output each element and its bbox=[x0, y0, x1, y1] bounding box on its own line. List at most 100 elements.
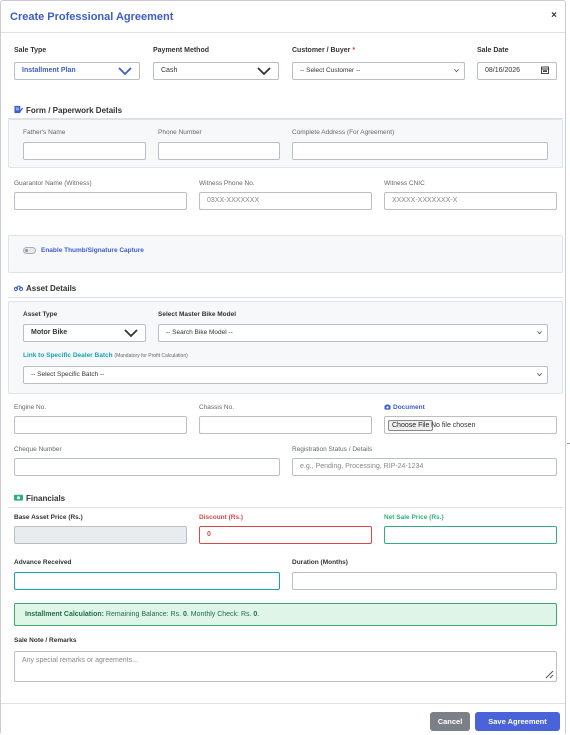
chevron-down-icon bbox=[124, 329, 138, 338]
payment-method-label: Payment Method bbox=[153, 47, 210, 54]
sale-type-value: Installment Plan bbox=[22, 67, 76, 74]
thumb-label[interactable]: Enable Thumb/Signature Capture bbox=[41, 247, 144, 254]
financials-section-title: Financials bbox=[14, 493, 65, 503]
calc-balance-text: Remaining Balance: Rs. bbox=[105, 611, 182, 618]
calendar-icon[interactable] bbox=[541, 66, 549, 74]
caret-down-icon bbox=[537, 372, 542, 377]
advance-input[interactable] bbox=[14, 572, 280, 590]
no-file-text: No file chosen bbox=[431, 422, 476, 429]
master-model-select[interactable]: -- Search Bike Model -- bbox=[158, 324, 548, 342]
phone-input[interactable] bbox=[158, 142, 280, 160]
guarantor-input[interactable] bbox=[14, 192, 187, 210]
payment-method-select[interactable]: Cash bbox=[153, 62, 279, 80]
close-icon[interactable]: × bbox=[551, 10, 557, 21]
save-agreement-button[interactable]: Save Agreement bbox=[475, 712, 560, 731]
base-price-input bbox=[14, 526, 187, 544]
chevron-down-icon bbox=[118, 67, 132, 76]
caret-down-icon bbox=[537, 330, 542, 335]
asset-title-text: Asset Details bbox=[26, 284, 77, 293]
registration-label: Registration Status / Details bbox=[292, 446, 373, 453]
witness-cnic-label: Witness CNIC bbox=[384, 180, 425, 187]
caret-down-icon bbox=[454, 68, 459, 73]
asset-type-value: Motor Bike bbox=[31, 329, 68, 336]
modal-dialog: Create Professional Agreement × Sale Typ… bbox=[0, 0, 566, 735]
divider bbox=[8, 507, 563, 508]
advance-label: Advance Received bbox=[14, 559, 72, 566]
base-price-label: Base Asset Price (Rs.) bbox=[14, 514, 83, 521]
witness-cnic-placeholder: XXXXX-XXXXXXX-X bbox=[392, 197, 458, 204]
discount-input[interactable]: 0 bbox=[199, 526, 372, 544]
sale-type-select[interactable]: Installment Plan bbox=[14, 62, 140, 80]
divider bbox=[8, 297, 563, 298]
document-label: Document bbox=[384, 404, 425, 411]
net-price-label: Net Sale Price (Rs.) bbox=[384, 514, 444, 521]
modal-title: Create Professional Agreement bbox=[10, 11, 174, 23]
cheque-input[interactable] bbox=[14, 458, 280, 476]
customer-placeholder: -- Select Customer -- bbox=[300, 67, 361, 74]
batch-select[interactable]: -- Select Specific Batch -- bbox=[23, 366, 548, 384]
witness-phone-input[interactable]: 03XX-XXXXXXX bbox=[199, 192, 372, 210]
duration-input[interactable] bbox=[292, 572, 557, 590]
master-model-label: Select Master Bike Model bbox=[158, 311, 237, 318]
note-label: Sale Note / Remarks bbox=[14, 637, 77, 644]
sale-date-value: 08/16/2026 bbox=[485, 67, 521, 74]
chevron-down-icon bbox=[257, 67, 271, 76]
fathers-name-label: Father's Name bbox=[23, 129, 66, 136]
paperwork-section-title: Form / Paperwork Details bbox=[14, 105, 122, 115]
paperwork-title-text: Form / Paperwork Details bbox=[26, 106, 123, 115]
master-model-placeholder: -- Search Bike Model -- bbox=[166, 329, 233, 336]
asset-type-label: Asset Type bbox=[23, 311, 58, 318]
document-label-text: Document bbox=[393, 404, 425, 411]
registration-placeholder: e.g., Pending, Processing, RIP-24-1234 bbox=[300, 463, 424, 470]
address-input[interactable] bbox=[292, 142, 548, 160]
asset-section-title: Asset Details bbox=[14, 283, 76, 293]
thumb-box bbox=[8, 235, 563, 273]
asset-type-select[interactable]: Motor Bike bbox=[23, 324, 146, 342]
witness-phone-placeholder: 03XX-XXXXXXX bbox=[207, 197, 260, 204]
calc-heading: Installment Calculation: bbox=[25, 611, 104, 618]
document-file-input[interactable]: Choose File No file chosen bbox=[384, 416, 557, 434]
cheque-label: Cheque Number bbox=[14, 446, 62, 453]
payment-method-value: Cash bbox=[161, 67, 178, 74]
calc-end: . bbox=[257, 611, 260, 618]
engine-input[interactable] bbox=[14, 416, 187, 434]
engine-label: Engine No. bbox=[14, 404, 47, 411]
modal-footer: Cancel Save Agreement bbox=[1, 703, 565, 735]
chassis-input[interactable] bbox=[199, 416, 372, 434]
guarantor-label: Guarantor Name (Witness) bbox=[14, 180, 92, 187]
batch-link-label: Link to Specific Dealer Batch (Mandatory… bbox=[23, 352, 188, 359]
batch-placeholder: -- Select Specific Batch -- bbox=[31, 371, 105, 378]
motorbike-icon bbox=[14, 285, 23, 291]
thumb-toggle[interactable] bbox=[23, 247, 36, 254]
net-price-input[interactable] bbox=[384, 526, 557, 544]
note-placeholder: Any special remarks or agreements... bbox=[22, 657, 138, 664]
phone-label: Phone Number bbox=[158, 129, 202, 136]
address-label: Complete Address (For Agreement) bbox=[292, 129, 395, 136]
discount-value: 0 bbox=[207, 531, 211, 538]
financials-title-text: Financials bbox=[26, 494, 66, 503]
fathers-name-input[interactable] bbox=[23, 142, 146, 160]
batch-note: (Mandatory for Profit Calculation) bbox=[114, 353, 188, 359]
customer-label-text: Customer / Buyer bbox=[292, 47, 351, 54]
choose-file-button[interactable]: Choose File bbox=[388, 420, 434, 431]
sale-date-label: Sale Date bbox=[477, 47, 509, 54]
modal-header: Create Professional Agreement × bbox=[1, 1, 565, 33]
signature-icon bbox=[14, 105, 23, 114]
sale-type-label: Sale Type bbox=[14, 47, 47, 54]
resize-handle-icon[interactable] bbox=[545, 670, 554, 679]
cancel-button[interactable]: Cancel bbox=[430, 712, 470, 731]
money-icon bbox=[14, 494, 23, 501]
sale-date-input[interactable]: 08/16/2026 bbox=[477, 62, 557, 80]
note-textarea[interactable]: Any special remarks or agreements... bbox=[14, 651, 557, 682]
registration-input[interactable]: e.g., Pending, Processing, RIP-24-1234 bbox=[292, 458, 557, 476]
discount-label: Discount (Rs.) bbox=[199, 514, 244, 521]
customer-select[interactable]: -- Select Customer -- bbox=[292, 62, 465, 80]
duration-label: Duration (Months) bbox=[292, 559, 348, 566]
witness-cnic-input[interactable]: XXXXX-XXXXXXX-X bbox=[384, 192, 557, 210]
customer-label: Customer / Buyer * bbox=[292, 47, 355, 54]
required-marker: * bbox=[352, 47, 356, 54]
calc-monthly-text: . Monthly Check: Rs. bbox=[186, 611, 252, 618]
batch-link-text: Link to Specific Dealer Batch bbox=[23, 352, 113, 359]
chassis-label: Chassis No. bbox=[199, 404, 235, 411]
witness-phone-label: Witness Phone No. bbox=[199, 180, 255, 187]
